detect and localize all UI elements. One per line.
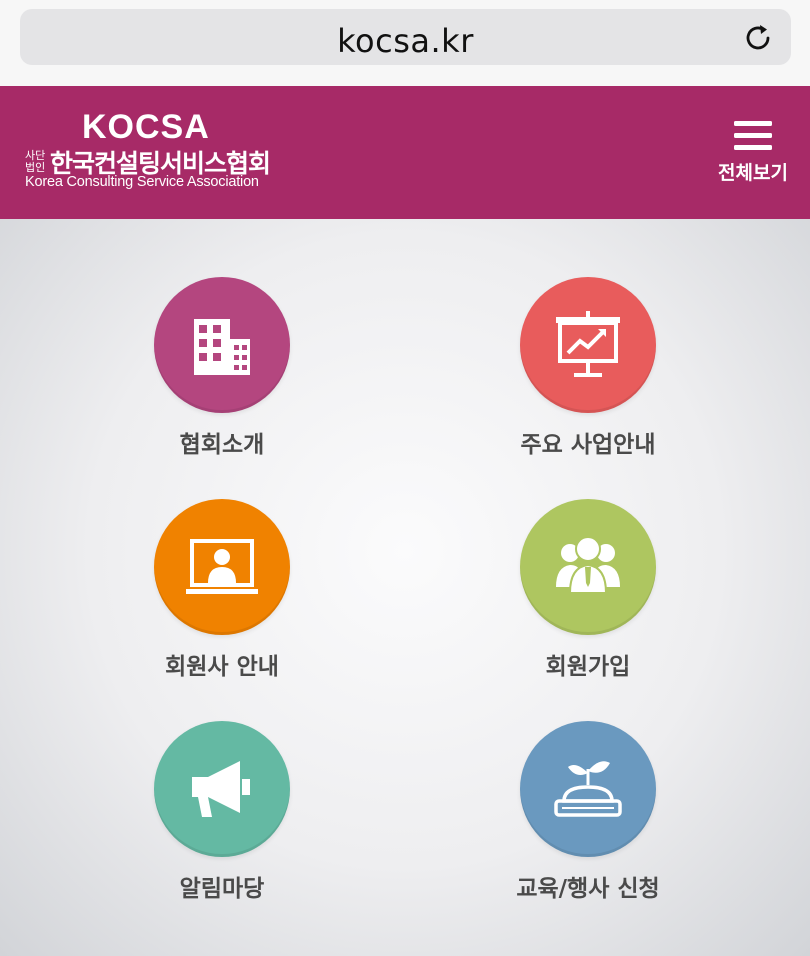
logo-mark: KOCSA xyxy=(82,108,210,146)
url-text: kocsa.kr xyxy=(337,22,474,60)
building-icon xyxy=(194,319,250,375)
browser-toolbar: kocsa.kr xyxy=(0,0,810,86)
tile-member-companies[interactable]: 회원사 안내 xyxy=(102,499,342,699)
logo-prefix: 사단법인 xyxy=(25,149,46,174)
presentation-icon xyxy=(556,311,620,377)
hamburger-icon xyxy=(734,121,772,150)
monitor-user-icon xyxy=(186,539,258,594)
tile-label: 알림마당 xyxy=(179,876,265,902)
tile-label: 협회소개 xyxy=(179,432,265,458)
people-icon xyxy=(556,536,620,594)
full-menu-button[interactable]: 전체보기 xyxy=(714,120,792,190)
tile-circle xyxy=(520,277,656,413)
tile-label: 주요 사업안내 xyxy=(520,432,656,458)
tile-notice-board[interactable]: 알림마당 xyxy=(102,721,342,921)
tile-circle xyxy=(520,721,656,857)
full-menu-label: 전체보기 xyxy=(718,162,788,184)
site-logo[interactable]: KOCSA 사단법인 한국컨설팅서비스협회 Korea Consulting S… xyxy=(25,106,325,206)
book-sprout-icon xyxy=(554,761,622,817)
tile-member-signup[interactable]: 회원가입 xyxy=(468,499,708,699)
site-header: KOCSA 사단법인 한국컨설팅서비스협회 Korea Consulting S… xyxy=(0,86,810,219)
megaphone-icon xyxy=(192,761,250,817)
tile-education-event-apply[interactable]: 교육/행사 신청 xyxy=(468,721,708,921)
reload-icon[interactable] xyxy=(743,21,775,53)
tile-business-info[interactable]: 주요 사업안내 xyxy=(468,277,708,477)
tile-label: 회원가입 xyxy=(545,654,631,680)
tile-label: 교육/행사 신청 xyxy=(516,876,660,902)
tile-circle xyxy=(154,499,290,635)
tile-circle xyxy=(154,721,290,857)
tile-circle xyxy=(154,277,290,413)
logo-english-name: Korea Consulting Service Association xyxy=(25,174,259,190)
tile-circle xyxy=(520,499,656,635)
address-bar[interactable]: kocsa.kr xyxy=(20,9,791,65)
main-menu-grid: 협회소개 주요 사업안내 회원사 안내 회원가입 알림마당 교육/행사 신청 xyxy=(0,219,810,956)
tile-about-association[interactable]: 협회소개 xyxy=(102,277,342,477)
tile-label: 회원사 안내 xyxy=(165,654,279,680)
